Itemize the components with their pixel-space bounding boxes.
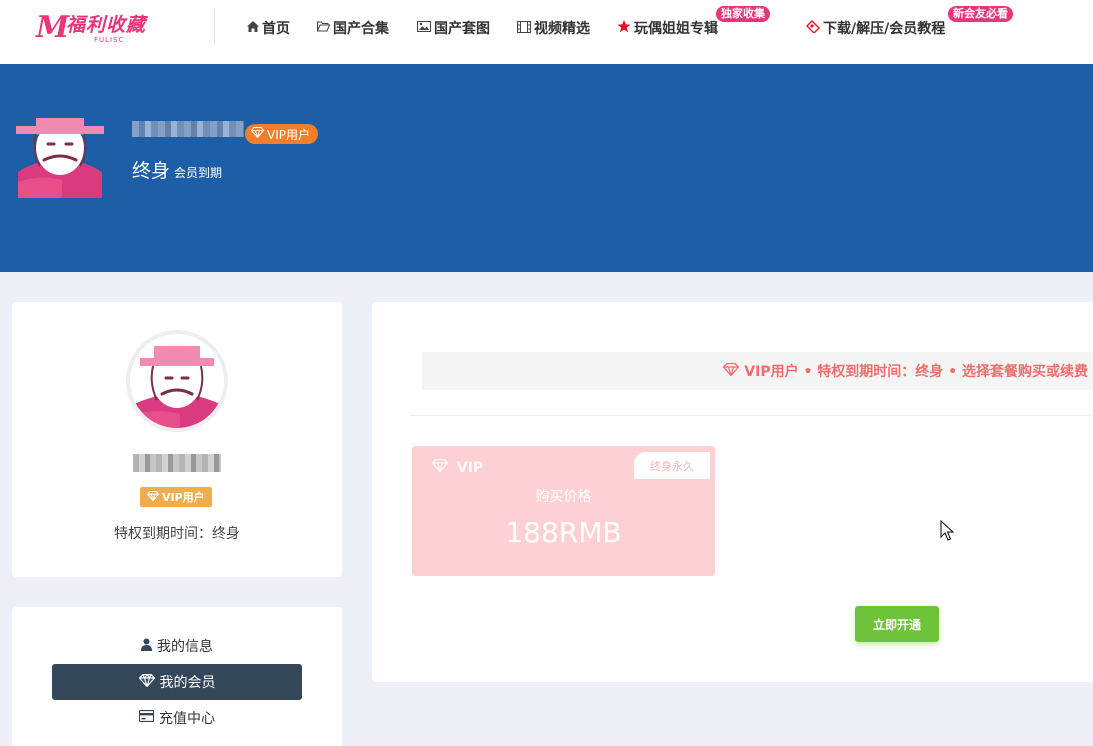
profile-card: VIP用户 特权到期时间：终身 [12,302,342,577]
diamond-icon [146,490,160,504]
film-icon [517,20,531,36]
diamond-icon [722,362,740,380]
vip-status-notice-text: VIP用户 • 特权到期时间：终身 • 选择套餐购买或续费 [744,364,1088,380]
membership-panel: VIP用户 • 特权到期时间：终身 • 选择套餐购买或续费 VIP 终身永久 购… [372,302,1093,682]
nav-album-label: 玩偶姐姐专辑 [634,21,718,37]
plan-price-label: 购买价格 [535,489,592,505]
hand-icon [806,20,820,36]
plan-card-lifetime[interactable]: VIP 终身永久 购买价格 188RMB [412,446,715,576]
vip-badge: VIP用户 [245,124,318,144]
nav-collection[interactable]: 国产合集 [316,18,389,38]
profile-username-pixelated [133,454,221,472]
section-divider [410,415,1093,416]
user-menu: 我的信息 我的会员 充值中心 [12,607,342,746]
profile-vip-tag-label: VIP用户 [162,491,205,504]
avatar[interactable] [12,102,108,198]
profile-vip-tag: VIP用户 [140,487,212,507]
menu-item-my-info-label: 我的信息 [157,639,213,655]
nav-album-badge: 独家收集 [716,6,770,22]
plan-name-label: VIP [456,460,484,476]
plan-name: VIP [431,458,484,476]
expiry-value: 终身 [132,160,171,182]
profile-avatar[interactable] [126,330,228,432]
user-banner: VIP用户 终身 会员到期 [0,64,1093,272]
star-icon [617,20,631,36]
membership-expiry: 终身 会员到期 [132,156,222,183]
nav-album[interactable]: 玩偶姐姐专辑 [617,18,718,38]
profile-expiry-text: 特权到期时间：终身 [114,526,240,542]
nav-home-label: 首页 [262,21,290,37]
header-divider [214,8,215,45]
logo-title: 福利收藏 [66,14,147,36]
nav-collection-label: 国产合集 [333,21,389,37]
plan-ribbon: 终身永久 [634,452,710,479]
image-icon [417,21,431,35]
nav-tutorial-label: 下载/解压/会员教程 [823,21,946,37]
credit-card-icon [138,709,155,726]
diamond-icon [138,672,155,691]
diamond-icon [250,127,265,141]
username-pixelated [132,121,244,137]
diamond-icon [431,458,453,476]
logo-mark: M [36,10,70,45]
nav-videos[interactable]: 视频精选 [517,18,590,38]
top-navbar: M 福利收藏 FULISC 首页 国产合集 国产套图 视频精选 玩偶姐姐专辑 独… [0,0,1093,64]
nav-videos-label: 视频精选 [534,21,590,37]
nav-photo-sets-label: 国产套图 [434,21,490,37]
buy-now-button[interactable]: 立即开通 [855,606,939,642]
menu-item-my-info[interactable]: 我的信息 [52,628,302,664]
plan-price: 188RMB [505,516,622,549]
site-logo[interactable]: M 福利收藏 FULISC [36,8,166,48]
user-icon [141,638,152,655]
menu-item-my-membership[interactable]: 我的会员 [52,664,302,700]
logo-subtitle: FULISC [94,36,125,44]
vip-badge-label: VIP用户 [267,127,310,142]
folder-open-icon [316,21,331,35]
nav-tutorial-badge: 新会友必看 [948,6,1013,22]
menu-item-recharge-label: 充值中心 [159,711,215,727]
expiry-label: 会员到期 [174,166,223,180]
nav-tutorial[interactable]: 下载/解压/会员教程 [806,18,945,38]
menu-item-my-membership-label: 我的会员 [159,675,216,691]
home-icon [247,21,259,35]
nav-home[interactable]: 首页 [247,18,290,38]
menu-item-recharge[interactable]: 充值中心 [52,700,302,736]
mouse-cursor-icon [940,519,955,542]
vip-status-notice: VIP用户 • 特权到期时间：终身 • 选择套餐购买或续费 [422,352,1093,390]
nav-photo-sets[interactable]: 国产套图 [417,18,490,38]
